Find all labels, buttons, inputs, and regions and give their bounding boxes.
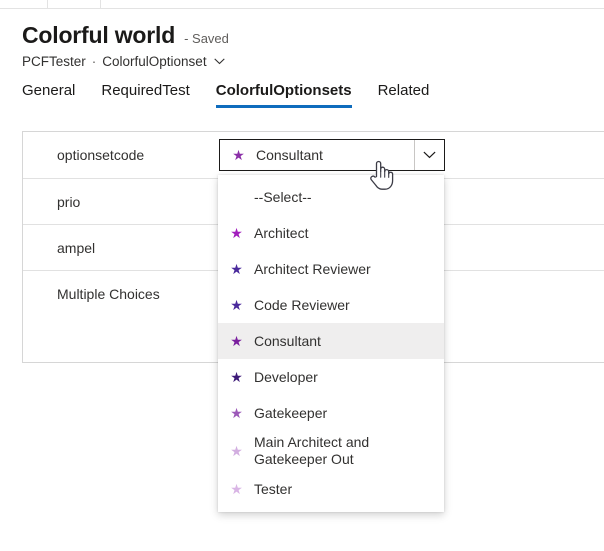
star-icon: ★ <box>228 482 245 496</box>
breadcrumb-app[interactable]: PCFTester <box>22 53 86 71</box>
combobox-selected-value[interactable]: ★ Consultant <box>220 140 414 170</box>
list-item-label: Developer <box>254 366 318 389</box>
list-item-label: Code Reviewer <box>254 294 350 317</box>
chevron-down-icon <box>423 146 436 164</box>
field-label-prio: prio <box>23 194 193 210</box>
tab-general[interactable]: General <box>22 82 75 108</box>
top-chrome-cell <box>0 0 48 8</box>
record-header: Colorful world - Saved PCFTester · Color… <box>0 9 604 71</box>
tab-requiredtest[interactable]: RequiredTest <box>101 82 189 108</box>
top-chrome-strip <box>0 0 604 9</box>
star-icon: ★ <box>228 406 245 420</box>
field-label-multiple-choices: Multiple Choices <box>23 286 193 302</box>
list-item-label: --Select-- <box>254 186 312 209</box>
list-item-main-architect-and-gatekeeper-out[interactable]: ★ Main Architect and Gatekeeper Out <box>218 431 444 471</box>
breadcrumb-separator: · <box>92 53 97 71</box>
list-item-label: Main Architect and Gatekeeper Out <box>254 431 369 471</box>
optionset-dropdown-list[interactable]: ★ --Select-- ★ Architect ★ Architect Rev… <box>218 175 444 512</box>
status-badge: - Saved <box>184 30 229 48</box>
field-label-optionsetcode: optionsetcode <box>23 147 193 163</box>
star-icon: ★ <box>228 262 245 276</box>
breadcrumb-entity[interactable]: ColorfulOptionset <box>102 53 206 71</box>
page-title: Colorful world <box>22 21 175 49</box>
combobox-selected-label: Consultant <box>256 147 323 163</box>
field-label-ampel: ampel <box>23 240 193 256</box>
chevron-down-icon[interactable] <box>214 52 225 70</box>
star-icon: ★ <box>228 334 245 348</box>
tab-colorfuloptionsets[interactable]: ColorfulOptionsets <box>216 82 352 108</box>
star-icon: ★ <box>228 370 245 384</box>
star-icon: ★ <box>230 148 247 162</box>
list-item-select[interactable]: ★ --Select-- <box>218 179 444 215</box>
star-icon: ★ <box>228 444 245 458</box>
tab-related[interactable]: Related <box>378 82 430 108</box>
list-item-label: Consultant <box>254 330 321 353</box>
list-item-label: Architect Reviewer <box>254 258 371 281</box>
list-item-label: Tester <box>254 478 292 501</box>
star-icon: ★ <box>228 226 245 240</box>
combobox-toggle-button[interactable] <box>414 140 444 170</box>
optionset-combobox[interactable]: ★ Consultant <box>219 139 445 171</box>
list-item-consultant[interactable]: ★ Consultant <box>218 323 444 359</box>
list-item-label: Gatekeeper <box>254 402 327 425</box>
form-tab-list: General RequiredTest ColorfulOptionsets … <box>0 82 604 116</box>
list-item-architect-reviewer[interactable]: ★ Architect Reviewer <box>218 251 444 287</box>
list-item-developer[interactable]: ★ Developer <box>218 359 444 395</box>
list-item-label: Architect <box>254 222 308 245</box>
list-item-gatekeeper[interactable]: ★ Gatekeeper <box>218 395 444 431</box>
optionset-combobox-wrapper: ★ Consultant <box>219 139 445 171</box>
star-icon: ★ <box>228 298 245 312</box>
title-row: Colorful world - Saved <box>0 9 604 49</box>
list-item-architect[interactable]: ★ Architect <box>218 215 444 251</box>
top-chrome-cell <box>48 0 101 8</box>
list-item-tester[interactable]: ★ Tester <box>218 471 444 507</box>
breadcrumb: PCFTester · ColorfulOptionset <box>0 49 604 71</box>
list-item-code-reviewer[interactable]: ★ Code Reviewer <box>218 287 444 323</box>
